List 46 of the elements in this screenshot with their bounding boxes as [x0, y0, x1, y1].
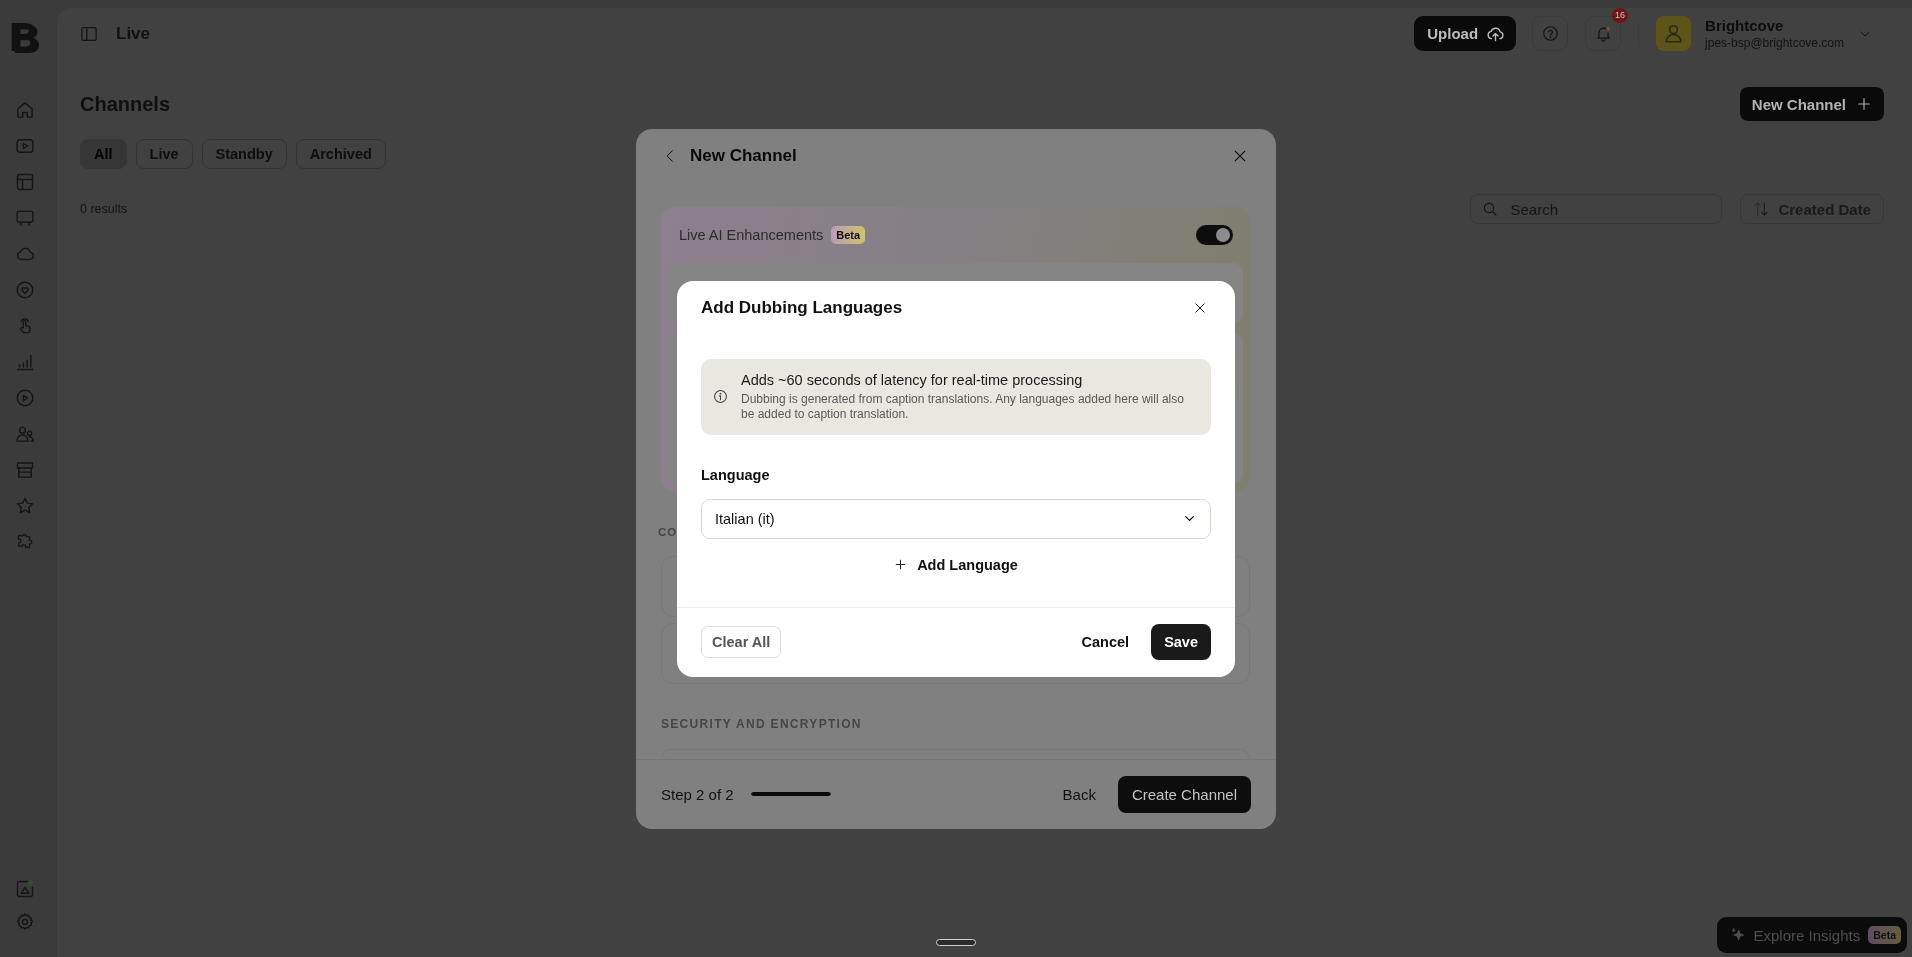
clear-all-button[interactable]: Clear All: [701, 626, 782, 658]
cancel-button[interactable]: Cancel: [1081, 634, 1130, 650]
beta-badge: Beta: [1868, 926, 1901, 944]
home-icon[interactable]: [15, 100, 35, 120]
help-button[interactable]: [1532, 16, 1569, 51]
monitor-icon[interactable]: [15, 208, 35, 228]
ai-enhancements-toggle[interactable]: [1196, 224, 1233, 245]
new-channel-button[interactable]: New Channel: [1739, 87, 1884, 121]
sort-icon: [1753, 201, 1770, 217]
notice-title: Adds ~60 seconds of latency for real-time processing: [741, 371, 1084, 389]
info-icon: [713, 389, 728, 404]
field-label: Language: [701, 465, 770, 484]
create-channel-button[interactable]: Create Channel: [1117, 775, 1251, 813]
section-label: CO: [658, 524, 678, 539]
beta-badge: Beta: [831, 225, 866, 244]
language-select[interactable]: Italian (it): [701, 498, 1211, 539]
help-icon: [1541, 25, 1559, 42]
layout-icon[interactable]: [15, 172, 35, 192]
video-icon[interactable]: [15, 136, 35, 156]
ai-enhancements-label: Live AI Enhancements: [679, 226, 824, 243]
play-icon[interactable]: [15, 388, 35, 408]
archive-icon[interactable]: [15, 460, 35, 480]
sidebar-toggle-icon[interactable]: [80, 24, 98, 43]
upload-button[interactable]: Upload: [1414, 16, 1517, 51]
plus-icon: [894, 558, 908, 571]
image-sparkle-icon[interactable]: [15, 879, 35, 899]
users-icon[interactable]: [15, 424, 35, 444]
close-icon[interactable]: [1193, 300, 1207, 315]
star-icon[interactable]: [15, 496, 35, 516]
sparkle-icon: [1729, 927, 1746, 943]
modal-title: New Channel: [690, 145, 797, 166]
section-label: SECURITY AND ENCRYPTION: [661, 716, 862, 731]
add-language-button[interactable]: Add Language: [890, 549, 1022, 580]
avatar-icon[interactable]: [1656, 16, 1692, 51]
bar-chart-icon[interactable]: [15, 352, 35, 372]
bell-icon: [1594, 25, 1612, 42]
notification-badge: 16: [1612, 8, 1629, 23]
dialog-title: Add Dubbing Languages: [701, 297, 903, 318]
step-indicator: Step 2 of 2: [661, 785, 734, 803]
search-icon: [1482, 201, 1499, 217]
save-button[interactable]: Save: [1151, 624, 1211, 660]
drag-handle[interactable]: [936, 939, 976, 946]
back-button[interactable]: Back: [1062, 785, 1096, 803]
notice-text: Dubbing is generated from caption translations. Any languages added here will also be added to caption translation.: [741, 392, 1185, 422]
settings-icon[interactable]: [15, 912, 35, 932]
plus-icon: [1856, 96, 1872, 112]
